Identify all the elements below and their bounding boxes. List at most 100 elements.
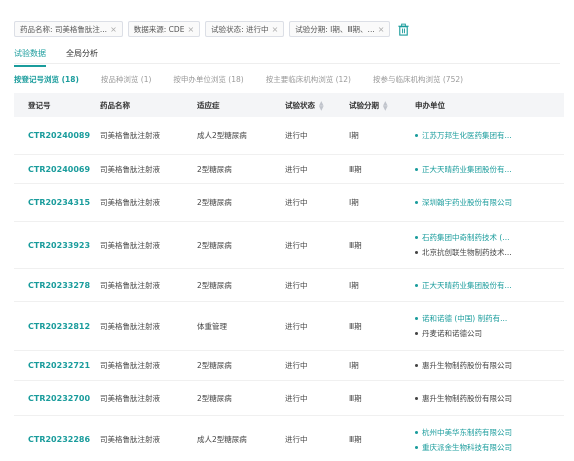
table-row[interactable]: CTR20234315 司美格鲁肽注射液 2型糖尿病 进行中 Ⅰ期 深圳翰宇药业股份有限公… xyxy=(14,184,564,222)
sponsor-link[interactable]: 惠升生物制药股份有限公司 xyxy=(415,391,564,406)
filter-chip-label: 试验状态: 进行中 xyxy=(211,24,269,34)
tab-global-analysis[interactable]: 全局分析 xyxy=(66,48,98,67)
sponsor-link[interactable]: 正大天晴药业集团股份有... xyxy=(415,162,564,177)
sponsor-link[interactable]: 惠升生物制药股份有限公司 xyxy=(415,358,564,373)
sponsor-link[interactable]: 石药集团中奇制药技术 (... xyxy=(415,230,564,245)
close-icon[interactable]: × xyxy=(378,25,385,34)
sponsor-cell: 正大天晴药业集团股份有... xyxy=(415,278,564,293)
registration-number-link[interactable]: CTR20233923 xyxy=(14,241,100,250)
status-cell: 进行中 xyxy=(285,393,308,403)
bullet-icon xyxy=(415,236,418,239)
drug-name-cell: 司美格鲁肽注射液 xyxy=(100,361,160,370)
bullet-icon xyxy=(415,251,418,254)
column-header-status[interactable]: 试验状态 ▲ ▼ xyxy=(285,100,349,111)
sponsor-link[interactable]: 深圳翰宇药业股份有限公司 xyxy=(415,195,564,210)
indication-cell: 2型糖尿病 xyxy=(197,198,232,207)
sponsor-name: 惠升生物制药股份有限公司 xyxy=(422,393,512,403)
registration-number-link[interactable]: CTR20240069 xyxy=(14,165,100,174)
drug-name-cell: 司美格鲁肽注射液 xyxy=(100,131,160,140)
sponsor-link[interactable]: 重庆派金生物科技有限公司 xyxy=(415,440,564,455)
close-icon[interactable]: × xyxy=(272,25,279,34)
registration-number-link[interactable]: CTR20240089 xyxy=(14,131,100,140)
status-cell: 进行中 xyxy=(285,164,308,174)
sponsor-name: 诺和诺德 (中国) 制药有... xyxy=(422,314,508,323)
drug-name-cell: 司美格鲁肽注射液 xyxy=(100,321,160,331)
sponsor-name: 丹麦诺和诺德公司 xyxy=(422,329,482,338)
filter-chip-data-source[interactable]: 数据来源: CDE × xyxy=(127,21,201,37)
column-header-phase[interactable]: 试验分期 ▲ ▼ xyxy=(349,100,415,111)
trash-icon[interactable] xyxy=(397,23,410,36)
status-cell: 进行中 xyxy=(285,240,308,250)
close-icon[interactable]: × xyxy=(187,25,194,34)
subtab-by-registration[interactable]: 按登记号浏览 (18) xyxy=(14,74,79,85)
phase-cell: Ⅲ期 xyxy=(349,435,362,444)
registration-number-link[interactable]: CTR20233278 xyxy=(14,281,100,290)
column-header-label: 试验状态 xyxy=(285,100,315,110)
indication-cell: 2型糖尿病 xyxy=(197,361,232,370)
indication-cell: 2型糖尿病 xyxy=(197,240,232,250)
column-header-indication: 适应症 xyxy=(197,100,220,110)
table-row[interactable]: CTR20233278 司美格鲁肽注射液 2型糖尿病 进行中 Ⅰ期 正大天晴药业集团股份有… xyxy=(14,269,564,302)
filter-chip-trial-status[interactable]: 试验状态: 进行中 × xyxy=(205,21,285,37)
filter-chip-label: 数据来源: CDE xyxy=(133,24,185,34)
bullet-icon xyxy=(415,134,418,137)
sponsor-link[interactable]: 江苏万邦生化医药集团有... xyxy=(415,128,564,143)
status-cell: 进行中 xyxy=(285,198,308,207)
bullet-icon xyxy=(415,283,418,287)
phase-cell: Ⅰ期 xyxy=(349,280,359,290)
filter-chip-drug-name[interactable]: 药品名称: 司美格鲁肽注... × xyxy=(14,21,123,37)
column-header-label: 试验分期 xyxy=(349,100,379,110)
registration-number-link[interactable]: CTR20232812 xyxy=(14,322,100,331)
column-header-reg-no: 登记号 xyxy=(28,100,51,110)
sponsor-cell: 杭州中美华东制药有限公司 重庆派金生物科技有限公司 xyxy=(415,425,564,455)
subtab-by-variety[interactable]: 按品种浏览 (1) xyxy=(101,74,152,85)
table-row[interactable]: CTR20232721 司美格鲁肽注射液 2型糖尿病 进行中 Ⅰ期 惠升生物制药股份有限公… xyxy=(14,351,564,381)
filter-chip-trial-phase[interactable]: 试验分期: Ⅰ期、Ⅲ期、... × xyxy=(289,21,391,37)
bullet-icon xyxy=(415,332,418,335)
tab-trial-data[interactable]: 试验数据 xyxy=(14,48,46,67)
table-row[interactable]: CTR20232812 司美格鲁肽注射液 体重管理 进行中 Ⅲ期 诺和诺德 (中国) 制药… xyxy=(14,302,564,351)
sort-icon[interactable]: ▲ ▼ xyxy=(383,100,388,111)
indication-cell: 2型糖尿病 xyxy=(197,280,232,290)
sponsor-name: 深圳翰宇药业股份有限公司 xyxy=(422,198,512,207)
registration-number-link[interactable]: CTR20232721 xyxy=(14,361,100,370)
sponsor-link[interactable]: 北京抗创联生物制药技术... xyxy=(415,245,564,260)
sponsor-name: 石药集团中奇制药技术 (... xyxy=(422,233,510,242)
registration-number-link[interactable]: CTR20234315 xyxy=(14,198,100,207)
sponsor-cell: 深圳翰宇药业股份有限公司 xyxy=(415,195,564,210)
bullet-icon xyxy=(415,430,418,434)
view-subtabs: 按登记号浏览 (18) 按品种浏览 (1) 按申办单位浏览 (18) 按主要临床… xyxy=(14,74,463,85)
status-cell: 进行中 xyxy=(285,435,308,444)
indication-cell: 成人2型糖尿病 xyxy=(197,435,247,444)
registration-number-link[interactable]: CTR20232286 xyxy=(14,435,100,444)
phase-cell: Ⅲ期 xyxy=(349,393,362,403)
drug-name-cell: 司美格鲁肽注射液 xyxy=(100,164,160,174)
table-row[interactable]: CTR20233923 司美格鲁肽注射液 2型糖尿病 进行中 Ⅲ期 石药集团中奇制药技术 … xyxy=(14,222,564,269)
sponsor-link[interactable]: 杭州中美华东制药有限公司 xyxy=(415,425,564,440)
indication-cell: 成人2型糖尿病 xyxy=(197,131,247,140)
drug-name-cell: 司美格鲁肽注射液 xyxy=(100,198,160,207)
subtab-by-participating-institution[interactable]: 按参与临床机构浏览 (752) xyxy=(373,74,463,85)
bullet-icon xyxy=(415,445,418,449)
sponsor-link[interactable]: 正大天晴药业集团股份有... xyxy=(415,278,564,293)
sponsor-cell: 石药集团中奇制药技术 (... 北京抗创联生物制药技术... xyxy=(415,230,564,260)
table-row[interactable]: CTR20240089 司美格鲁肽注射液 成人2型糖尿病 进行中 Ⅰ期 江苏万邦生化医药集… xyxy=(14,117,564,155)
filter-bar: 药品名称: 司美格鲁肽注... × 数据来源: CDE × 试验状态: 进行中 × 试… xyxy=(14,20,410,38)
registration-number-link[interactable]: CTR20232700 xyxy=(14,394,100,403)
sort-icon[interactable]: ▲ ▼ xyxy=(319,100,324,111)
subtab-by-main-institution[interactable]: 按主要临床机构浏览 (12) xyxy=(266,74,351,85)
table-row[interactable]: CTR20232700 司美格鲁肽注射液 2型糖尿病 进行中 Ⅲ期 惠升生物制药股份有限公… xyxy=(14,381,564,416)
sponsor-link[interactable]: 丹麦诺和诺德公司 xyxy=(415,326,564,341)
phase-cell: Ⅲ期 xyxy=(349,321,362,331)
table-row[interactable]: CTR20232286 司美格鲁肽注射液 成人2型糖尿病 进行中 Ⅲ期 杭州中美华东制药有… xyxy=(14,416,564,461)
status-cell: 进行中 xyxy=(285,361,308,370)
sponsor-link[interactable]: 诺和诺德 (中国) 制药有... xyxy=(415,311,564,326)
table-row[interactable]: CTR20240069 司美格鲁肽注射液 2型糖尿病 进行中 Ⅲ期 正大天晴药业集团股份有… xyxy=(14,155,564,184)
sponsor-name: 正大天晴药业集团股份有... xyxy=(422,280,512,290)
close-icon[interactable]: × xyxy=(110,25,117,34)
table-body: CTR20240089 司美格鲁肽注射液 成人2型糖尿病 进行中 Ⅰ期 江苏万邦生化医药集… xyxy=(14,117,564,461)
subtab-by-sponsor[interactable]: 按申办单位浏览 (18) xyxy=(173,74,243,85)
bullet-icon xyxy=(415,396,418,400)
indication-cell: 2型糖尿病 xyxy=(197,393,232,403)
main-tabs: 试验数据 全局分析 xyxy=(14,48,98,67)
